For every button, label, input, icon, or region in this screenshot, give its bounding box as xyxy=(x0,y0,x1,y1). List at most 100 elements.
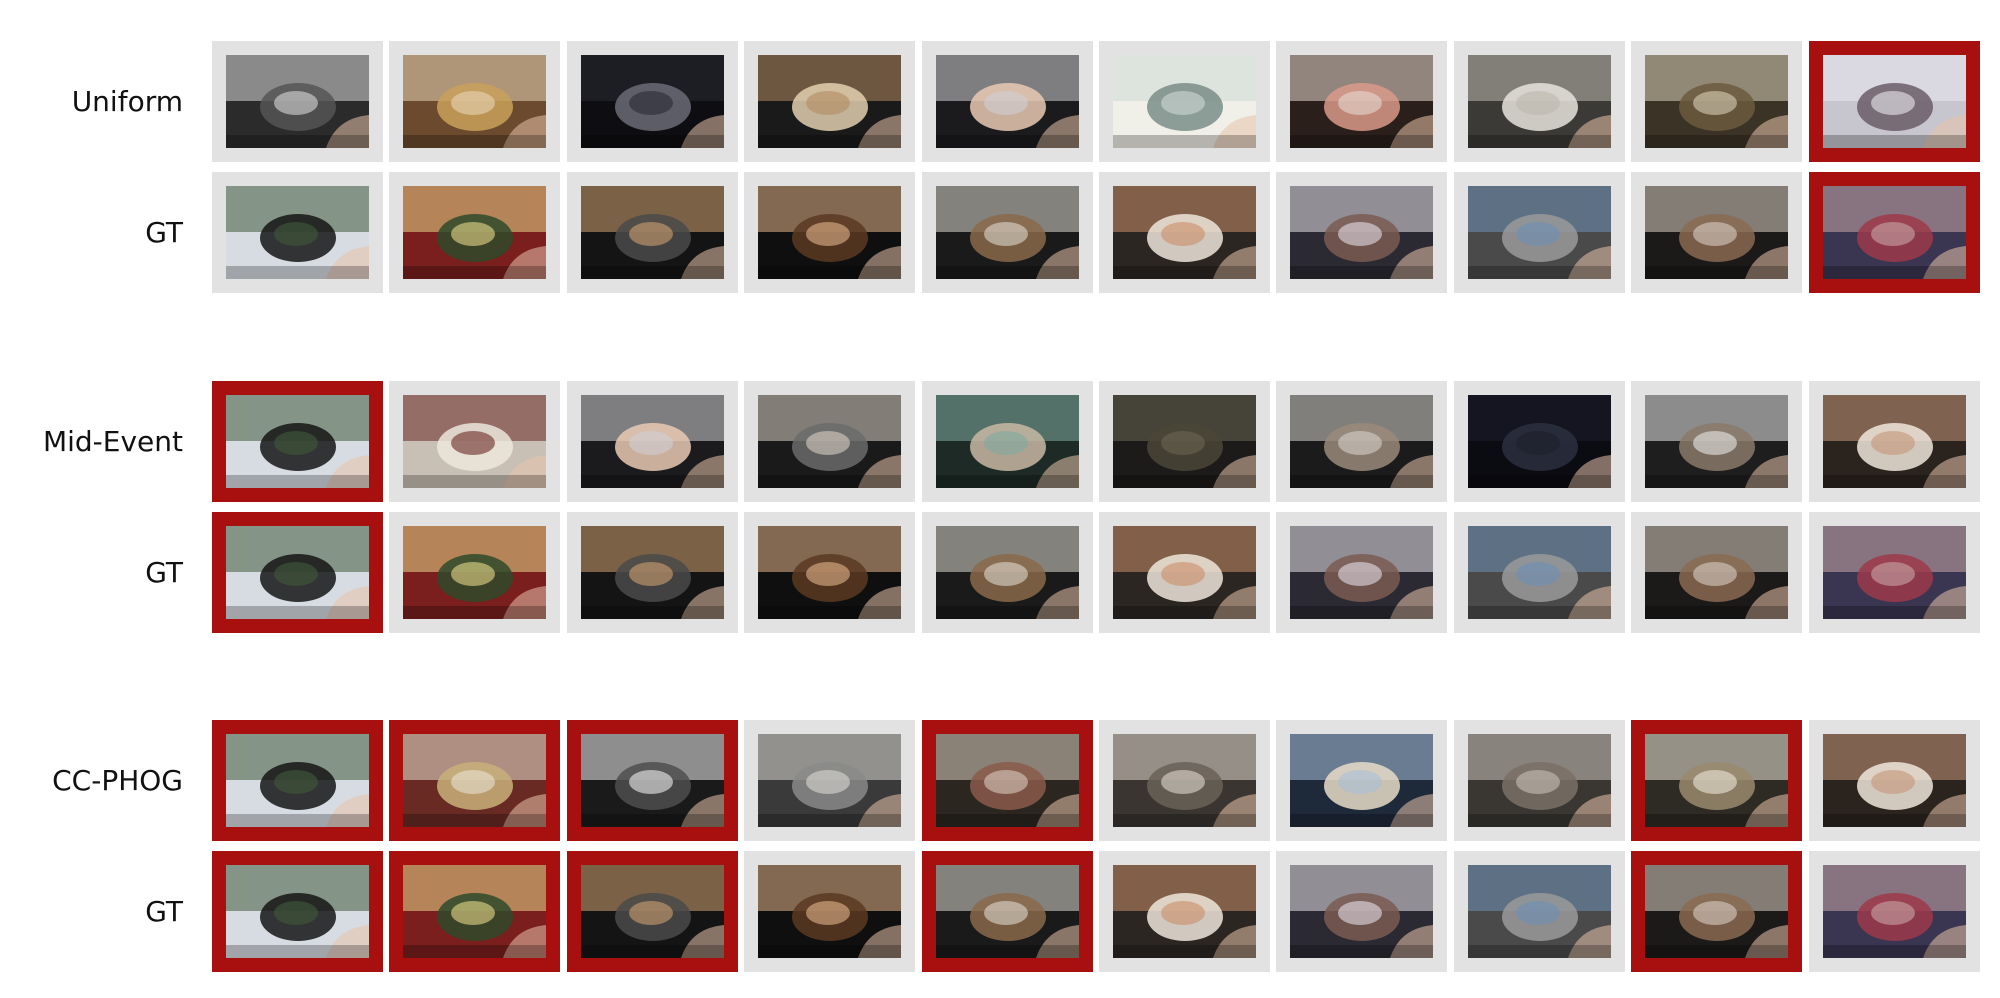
keyframe-thumbnail xyxy=(1631,381,1803,502)
video-frame-image xyxy=(1290,55,1434,148)
video-frame-image xyxy=(403,395,547,488)
video-frame-image xyxy=(403,865,547,958)
keyframe-thumbnail xyxy=(1276,851,1448,972)
keyframe-thumbnail xyxy=(1099,172,1270,293)
row-label: GT xyxy=(145,555,183,589)
video-frame-image xyxy=(1645,865,1789,958)
keyframe-thumbnail-matched xyxy=(1808,172,1980,293)
video-frame-image xyxy=(1290,526,1434,619)
video-frame-image xyxy=(1645,526,1789,619)
video-frame-image xyxy=(1113,55,1256,148)
video-frame-image xyxy=(580,865,724,958)
keyframe-thumbnail xyxy=(1631,41,1803,162)
video-frame-image xyxy=(1290,186,1434,279)
video-frame-image xyxy=(758,186,902,279)
keyframe-thumbnail xyxy=(921,172,1093,293)
keyframe-thumbnail-matched xyxy=(1631,851,1803,972)
keyframe-thumbnail xyxy=(1453,851,1625,972)
video-frame-image xyxy=(935,734,1079,827)
keyframe-thumbnail xyxy=(212,41,383,162)
video-frame-image xyxy=(1290,865,1434,958)
video-frame-image xyxy=(1467,186,1611,279)
keyframe-thumbnail xyxy=(1631,172,1803,293)
video-frame-image xyxy=(758,734,902,827)
keyframe-thumbnail xyxy=(389,172,561,293)
keyframe-thumbnail xyxy=(566,512,738,633)
video-frame-image xyxy=(1822,734,1966,827)
keyframe-thumbnail xyxy=(566,381,738,502)
row-label: GT xyxy=(145,215,183,249)
video-frame-image xyxy=(1290,395,1434,488)
keyframe-thumbnail xyxy=(1276,41,1448,162)
keyframe-thumbnail xyxy=(744,381,916,502)
keyframe-thumbnail xyxy=(744,512,916,633)
video-frame-image xyxy=(1822,395,1966,488)
video-frame-image xyxy=(935,55,1079,148)
keyframe-thumbnail xyxy=(566,172,738,293)
keyframe-thumbnail xyxy=(1453,172,1625,293)
keyframe-thumbnail-matched xyxy=(389,720,561,841)
video-frame-image xyxy=(1113,865,1256,958)
keyframe-thumbnail xyxy=(1808,381,1980,502)
video-frame-image xyxy=(403,55,547,148)
video-frame-image xyxy=(1822,186,1966,279)
keyframe-thumbnail xyxy=(1453,720,1625,841)
video-frame-image xyxy=(1113,526,1256,619)
video-frame-image xyxy=(1113,395,1256,488)
video-frame-image xyxy=(1822,865,1966,958)
video-frame-image xyxy=(226,526,369,619)
video-frame-image xyxy=(758,395,902,488)
video-frame-image xyxy=(403,526,547,619)
row-label: Uniform xyxy=(71,84,183,118)
video-frame-image xyxy=(403,734,547,827)
keyframe-thumbnail-matched xyxy=(212,851,383,972)
keyframe-thumbnail xyxy=(389,512,561,633)
keyframe-thumbnail xyxy=(1276,720,1448,841)
video-frame-image xyxy=(580,734,724,827)
keyframe-thumbnail xyxy=(921,512,1093,633)
video-frame-image xyxy=(935,865,1079,958)
keyframe-thumbnail xyxy=(1453,381,1625,502)
video-frame-image xyxy=(758,526,902,619)
video-frame-image xyxy=(226,865,369,958)
keyframe-thumbnail xyxy=(566,41,738,162)
video-frame-image xyxy=(935,186,1079,279)
video-frame-image xyxy=(935,395,1079,488)
video-frame-image xyxy=(1113,734,1256,827)
video-frame-image xyxy=(935,526,1079,619)
video-frame-image xyxy=(1467,734,1611,827)
keyframe-thumbnail-matched xyxy=(212,720,383,841)
keyframe-thumbnail-matched xyxy=(1808,41,1980,162)
video-frame-image xyxy=(1467,395,1611,488)
keyframe-thumbnail xyxy=(921,381,1093,502)
keyframe-thumbnail-matched xyxy=(566,720,738,841)
video-frame-image xyxy=(1645,186,1789,279)
keyframe-thumbnail xyxy=(1276,381,1448,502)
row-label: GT xyxy=(145,894,183,928)
keyframe-thumbnail-matched xyxy=(1631,720,1803,841)
video-frame-image xyxy=(403,186,547,279)
video-frame-image xyxy=(1822,526,1966,619)
keyframe-thumbnail xyxy=(744,41,916,162)
keyframe-thumbnail xyxy=(1453,512,1625,633)
keyframe-thumbnail xyxy=(1099,851,1270,972)
keyframe-thumbnail xyxy=(1276,172,1448,293)
video-frame-image xyxy=(1645,395,1789,488)
video-frame-image xyxy=(1113,186,1256,279)
keyframe-thumbnail xyxy=(1631,512,1803,633)
keyframe-thumbnail-matched xyxy=(921,720,1093,841)
keyframe-thumbnail xyxy=(389,381,561,502)
video-frame-image xyxy=(1290,734,1434,827)
video-frame-image xyxy=(758,865,902,958)
keyframe-thumbnail xyxy=(744,172,916,293)
keyframe-thumbnail xyxy=(744,720,916,841)
video-frame-image xyxy=(758,55,902,148)
video-frame-image xyxy=(1467,55,1611,148)
video-frame-image xyxy=(226,186,369,279)
video-frame-image xyxy=(1645,55,1789,148)
keyframe-thumbnail xyxy=(389,41,561,162)
video-frame-image xyxy=(1467,865,1611,958)
video-frame-image xyxy=(580,55,724,148)
video-frame-image xyxy=(226,734,369,827)
keyframe-thumbnail xyxy=(1276,512,1448,633)
